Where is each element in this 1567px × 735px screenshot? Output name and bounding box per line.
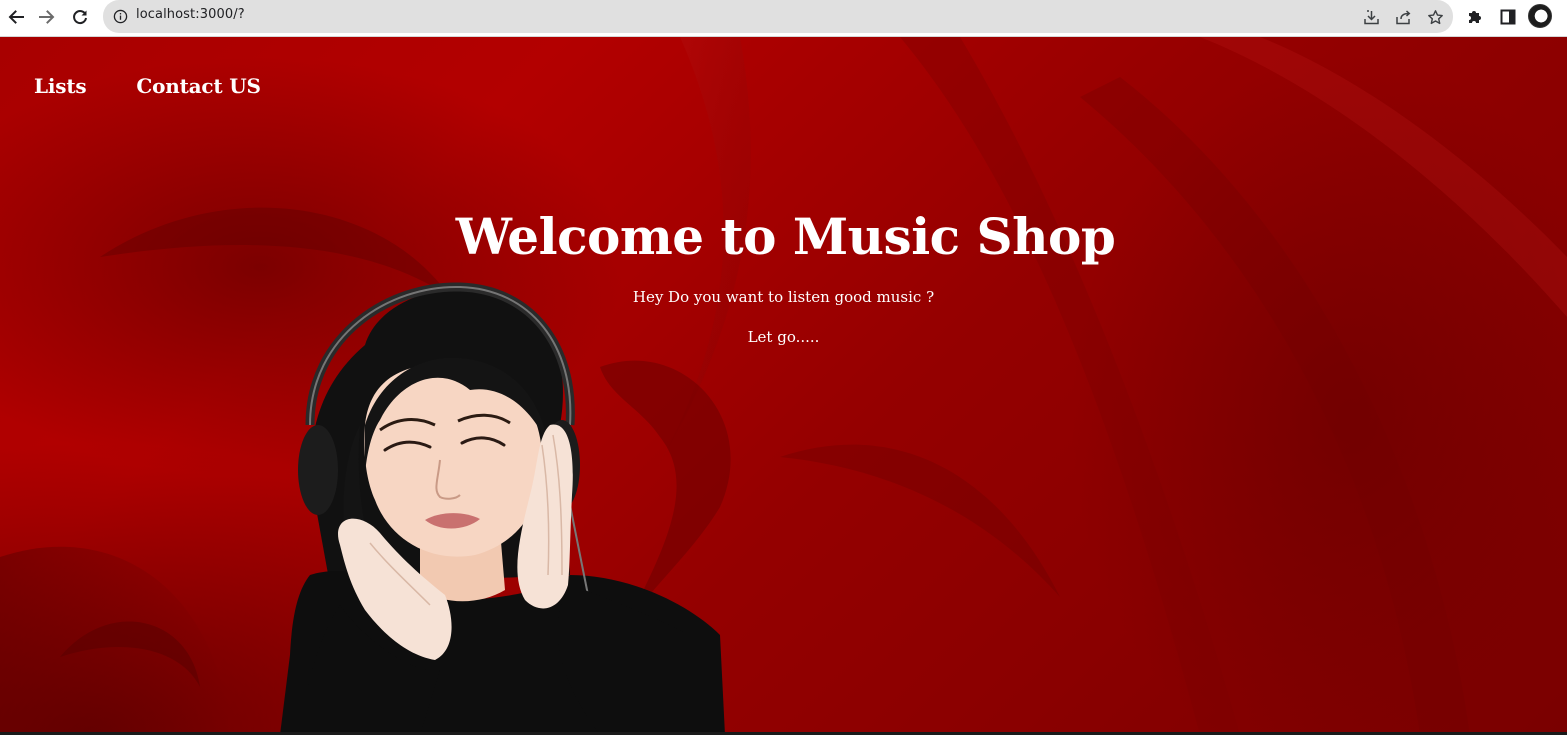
hero-tagline: Let go..... [747, 328, 820, 346]
back-button[interactable] [5, 6, 27, 28]
bookmark-button[interactable] [1425, 7, 1445, 27]
background-swirl-image [0, 37, 1567, 735]
page-viewport: Lists Contact US Welcome to Music Shop H… [0, 37, 1567, 735]
arrow-right-icon [39, 10, 55, 24]
install-icon [1363, 9, 1379, 24]
nav-link-lists[interactable]: Lists [34, 74, 87, 98]
hero-subtitle: Hey Do you want to listen good music ? [632, 288, 935, 306]
info-icon[interactable] [113, 9, 128, 24]
share-button[interactable] [1393, 7, 1413, 27]
side-panel-icon [1500, 9, 1516, 25]
nav-link-contact-us[interactable]: Contact US [136, 74, 260, 98]
share-icon [1395, 9, 1410, 24]
avatar[interactable] [1528, 4, 1552, 28]
extensions-button[interactable] [1464, 6, 1486, 28]
url-text[interactable]: localhost:3000/? [136, 7, 245, 22]
reload-button[interactable] [69, 6, 91, 28]
browser-toolbar: localhost:3000/? [0, 0, 1567, 37]
address-bar[interactable]: localhost:3000/? [103, 0, 1453, 33]
puzzle-icon [1469, 11, 1481, 23]
reload-icon [73, 10, 87, 25]
side-panel-button[interactable] [1497, 6, 1519, 28]
star-icon [1427, 9, 1443, 24]
top-navigation: Lists Contact US [34, 74, 261, 98]
forward-button[interactable] [36, 6, 58, 28]
page-title: Welcome to Music Shop [455, 207, 1116, 266]
arrow-left-icon [8, 10, 24, 24]
install-button[interactable] [1361, 7, 1381, 27]
